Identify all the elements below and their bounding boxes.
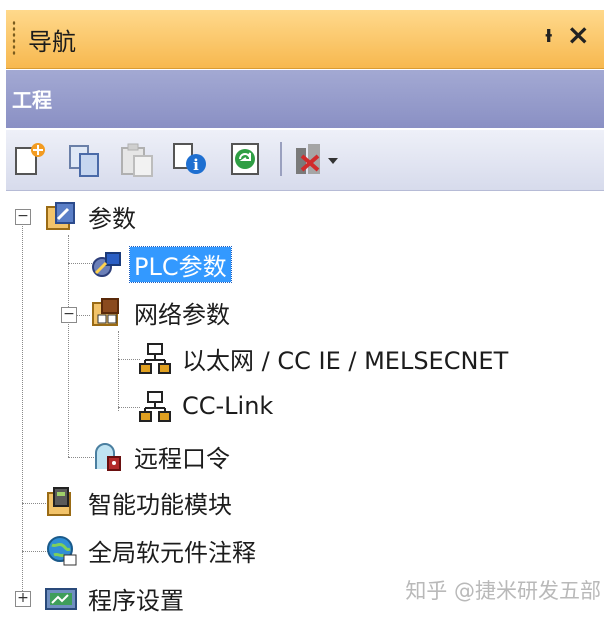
tree-item-label: 远程口令 [134, 444, 230, 473]
tree-item-remote-password[interactable]: 远程口令 [90, 435, 234, 477]
global-comment-icon [47, 536, 77, 566]
tree-item-label: 网络参数 [134, 300, 230, 329]
project-section-header[interactable]: 工程 [6, 70, 604, 128]
tree-item-intelligent-module[interactable]: 智能功能模块 [44, 481, 236, 523]
tree-item-ethernet[interactable]: 以太网 / CC IE / MELSECNET [138, 337, 512, 379]
properties-icon[interactable]: i [170, 140, 210, 178]
parameter-folder-icon [46, 202, 75, 230]
tree-item-label: 以太网 / CC IE / MELSECNET [182, 346, 509, 375]
refresh-icon[interactable] [226, 140, 266, 178]
tree-item-network-params[interactable]: 网络参数 [90, 291, 234, 333]
panel-title: 导航 [28, 28, 76, 56]
tree-guide-line [68, 235, 69, 457]
copy-icon[interactable] [66, 140, 106, 178]
paste-icon[interactable] [118, 140, 158, 178]
tree-guide-line [118, 407, 140, 408]
tree-item-cclink[interactable]: CC-Link [138, 385, 277, 427]
collapse-toggle[interactable]: − [15, 209, 31, 225]
pin-icon[interactable]: ᵼ [545, 20, 552, 49]
collapse-toggle[interactable]: − [61, 307, 77, 323]
filter-dropdown-icon[interactable] [292, 140, 344, 178]
network-folder-icon [92, 298, 119, 326]
tree-item-label: 参数 [88, 204, 136, 233]
tree-item-global-comment[interactable]: 全局软元件注释 [44, 529, 260, 571]
panel-title-bar: 导航 ᵼ × [6, 10, 604, 69]
tree-item-params[interactable]: 参数 [44, 195, 140, 237]
project-tree: − − + 参数 PLC参数 网络参数 以太网 / CC IE / MELSEC… [6, 191, 604, 619]
tree-guide-line [22, 217, 23, 601]
intelligent-module-icon [47, 487, 71, 516]
tree-guide-line [76, 315, 90, 316]
network-node-icon [139, 391, 171, 422]
drag-grip[interactable] [12, 20, 16, 56]
remote-password-icon [95, 443, 121, 471]
tree-item-label: 程序设置 [88, 586, 184, 615]
close-icon[interactable]: × [567, 18, 590, 51]
tree-item-label: 全局软元件注释 [88, 538, 256, 567]
svg-text:i: i [193, 156, 199, 174]
expand-toggle[interactable]: + [15, 591, 31, 607]
tree-item-label: CC-Link [182, 392, 274, 420]
network-node-icon [139, 343, 171, 374]
section-label: 工程 [12, 88, 52, 112]
program-settings-icon [45, 588, 77, 610]
watermark: 知乎 @捷米研发五部 [405, 579, 601, 603]
plc-parameter-icon [92, 252, 121, 277]
tree-guide-line [118, 331, 119, 411]
new-data-icon[interactable] [12, 140, 52, 178]
tree-item-label: PLC参数 [129, 245, 232, 283]
tree-guide-line [118, 359, 140, 360]
toolbar-separator [280, 142, 282, 176]
tree-item-program-settings[interactable]: 程序设置 [44, 577, 188, 619]
navigation-toolbar: i [6, 130, 604, 191]
tree-item-plc-params[interactable]: PLC参数 [90, 243, 232, 285]
tree-item-label: 智能功能模块 [88, 490, 232, 519]
